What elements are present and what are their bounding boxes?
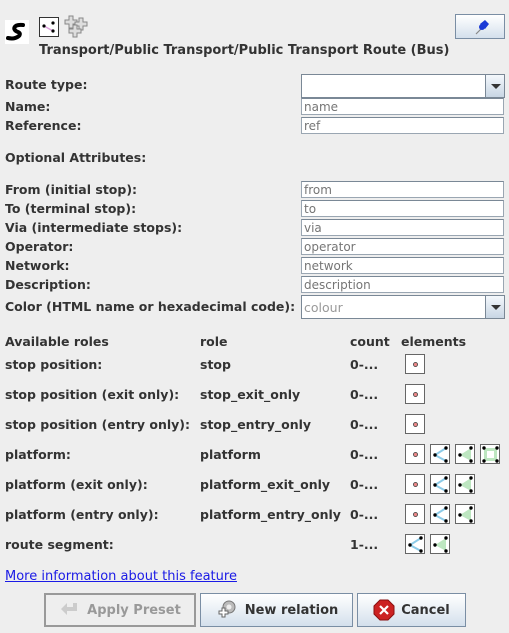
- preset-path-title: Transport/Public Transport/Public Transp…: [39, 43, 450, 58]
- roles-table-header: Available roles role count elements: [0, 331, 509, 353]
- role-key: platform_exit_only: [200, 477, 331, 492]
- role-name: platform (exit only):: [5, 477, 148, 492]
- cancel-button[interactable]: Cancel: [357, 593, 466, 627]
- way-type-icon: [430, 504, 450, 524]
- operator-field[interactable]: [301, 238, 504, 255]
- role-key: platform_entry_only: [200, 507, 341, 522]
- chevron-down-icon: [491, 84, 501, 89]
- apply-preset-button[interactable]: Apply Preset: [44, 593, 196, 627]
- header-available-roles: Available roles: [5, 334, 109, 349]
- header-count: count: [350, 334, 390, 349]
- role-count: 0-...: [350, 387, 379, 402]
- closedway-type-icon: [430, 534, 450, 554]
- role-name: route segment:: [5, 537, 114, 552]
- route-type-label: Route type:: [5, 77, 88, 92]
- role-count: 0-...: [350, 357, 379, 372]
- new-relation-button[interactable]: New relation: [200, 593, 353, 627]
- node-type-icon: [405, 354, 425, 374]
- colour-combo[interactable]: colour: [301, 295, 505, 319]
- chevron-down-icon: [491, 305, 501, 310]
- way-type-icon: [430, 444, 450, 464]
- closedway-type-icon: [455, 474, 475, 494]
- node-type-icon: [405, 384, 425, 404]
- role-count: 0-...: [350, 507, 379, 522]
- role-elements: [405, 504, 475, 524]
- via-field[interactable]: [301, 219, 504, 236]
- bus-route-icon: [5, 20, 29, 44]
- way-type-icon: [430, 474, 450, 494]
- pin-button[interactable]: [455, 14, 505, 39]
- new-relation-label: New relation: [244, 602, 339, 618]
- role-name: stop position (exit only):: [5, 387, 180, 402]
- node-type-icon: [405, 414, 425, 434]
- role-row: platform: platform 0-...: [0, 444, 509, 466]
- cancel-x-icon: [373, 599, 395, 621]
- reference-label: Reference:: [5, 118, 82, 133]
- closedway-type-icon: [455, 504, 475, 524]
- node-type-icon: [405, 504, 425, 524]
- role-count: 1-...: [350, 537, 379, 552]
- name-label: Name:: [5, 99, 51, 114]
- closedway-type-icon: [455, 444, 475, 464]
- multipolygon-type-icon: [480, 444, 500, 464]
- colour-placeholder: colour: [304, 300, 343, 315]
- role-count: 0-...: [350, 477, 379, 492]
- role-row: stop position: stop 0-...: [0, 354, 509, 376]
- colour-label: Color (HTML name or hexadecimal code):: [5, 299, 296, 314]
- route-type-dropdown-button[interactable]: [485, 75, 504, 97]
- description-label: Description:: [5, 277, 91, 292]
- role-row: platform (entry only): platform_entry_onl…: [0, 504, 509, 526]
- role-key: stop: [200, 357, 231, 372]
- operator-label: Operator:: [5, 239, 74, 254]
- role-row: platform (exit only): platform_exit_only 0…: [0, 474, 509, 496]
- network-field[interactable]: [301, 257, 504, 274]
- cancel-label: Cancel: [401, 602, 450, 618]
- role-key: platform: [200, 447, 261, 462]
- role-count: 0-...: [350, 447, 379, 462]
- description-field[interactable]: [301, 276, 504, 293]
- apply-arrow-icon: [61, 603, 78, 615]
- role-count: 0-...: [350, 417, 379, 432]
- node-type-icon: [405, 444, 425, 464]
- role-name: stop position:: [5, 357, 103, 372]
- role-elements: [405, 354, 425, 374]
- relation-type-icon: [39, 17, 59, 37]
- header-elements: elements: [401, 334, 467, 349]
- from-field[interactable]: [301, 181, 504, 198]
- more-information-link[interactable]: More information about this feature: [5, 569, 237, 584]
- to-label: To (terminal stop):: [5, 201, 137, 216]
- role-name: platform:: [5, 447, 71, 462]
- role-key: stop_entry_only: [200, 417, 312, 432]
- apply-preset-label: Apply Preset: [87, 602, 181, 618]
- gear-plus-icon: [218, 600, 236, 618]
- role-elements: [405, 444, 500, 464]
- optional-attributes-heading: Optional Attributes:: [5, 150, 147, 165]
- role-name: platform (entry only):: [5, 507, 159, 522]
- multipolygon-crosses-icon: [64, 15, 90, 39]
- role-elements: [405, 534, 450, 554]
- role-name: stop position (entry only):: [5, 417, 191, 432]
- role-row: route segment: 1-...: [0, 534, 509, 556]
- pushpin-icon: [475, 20, 489, 35]
- from-label: From (initial stop):: [5, 182, 138, 197]
- role-elements: [405, 414, 425, 434]
- via-label: Via (intermediate stops):: [5, 220, 183, 235]
- way-type-icon: [405, 534, 425, 554]
- route-type-combo[interactable]: [301, 74, 505, 98]
- role-elements: [405, 474, 475, 494]
- colour-dropdown-button[interactable]: [485, 296, 504, 318]
- network-label: Network:: [5, 258, 70, 273]
- role-elements: [405, 384, 425, 404]
- header-role: role: [200, 334, 228, 349]
- role-row: stop position (entry only): stop_entry_on…: [0, 414, 509, 436]
- name-field[interactable]: [301, 98, 504, 115]
- to-field[interactable]: [301, 200, 504, 217]
- node-type-icon: [405, 474, 425, 494]
- role-key: stop_exit_only: [200, 387, 301, 402]
- reference-field[interactable]: [301, 117, 504, 134]
- role-row: stop position (exit only): stop_exit_only…: [0, 384, 509, 406]
